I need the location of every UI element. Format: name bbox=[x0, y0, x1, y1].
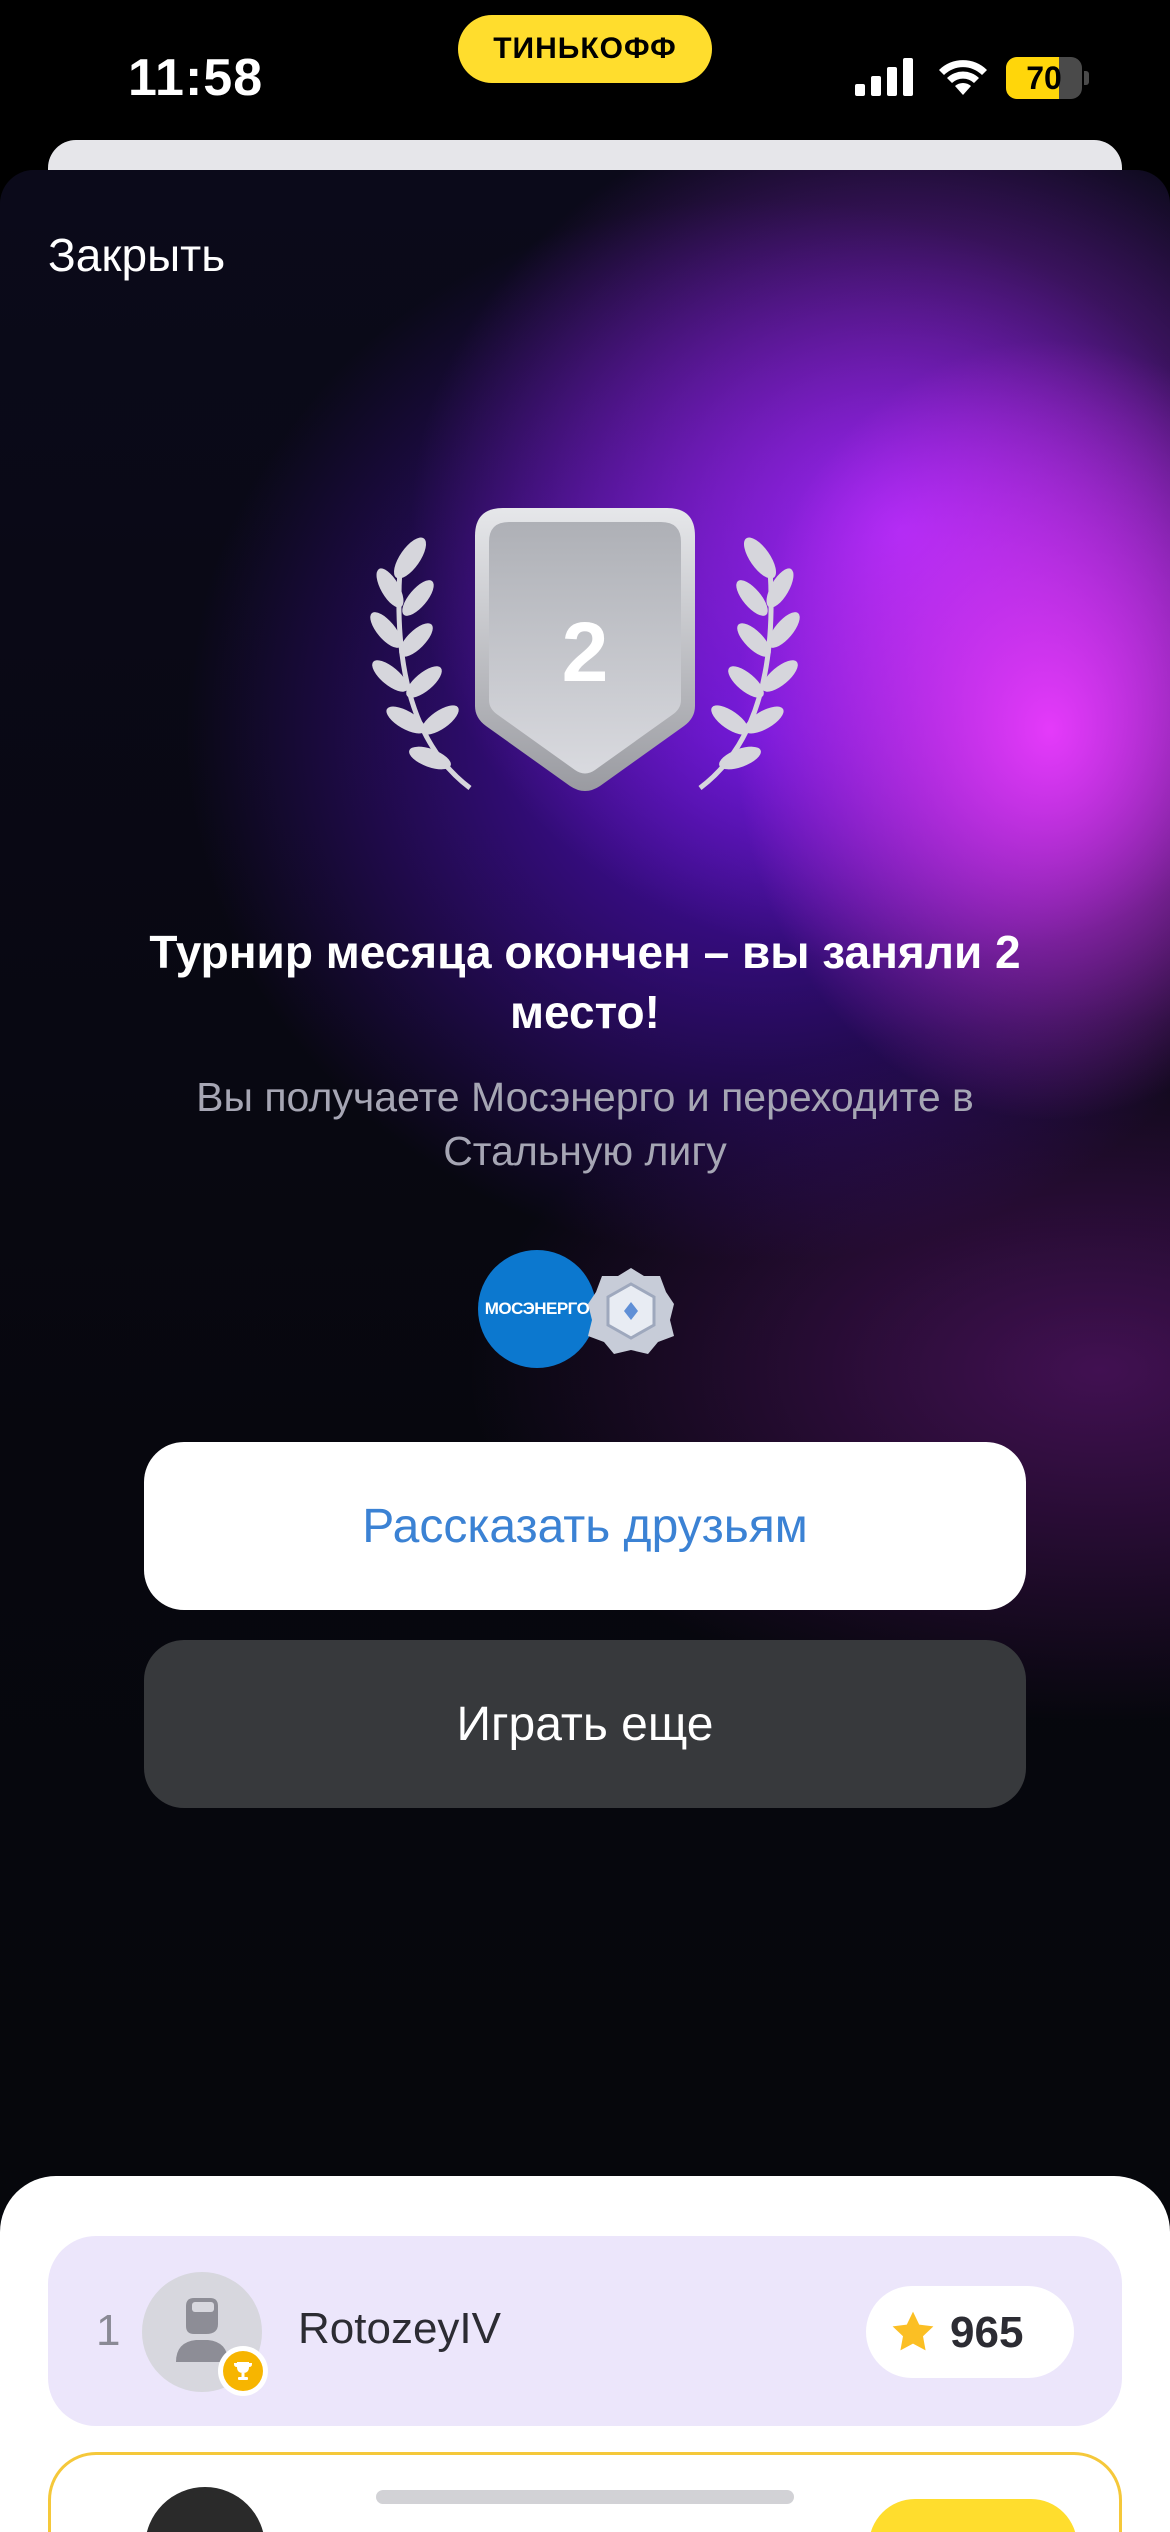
cellular-signal-icon bbox=[855, 58, 913, 96]
trophy-icon bbox=[234, 2362, 252, 2380]
score-pill bbox=[869, 2499, 1077, 2532]
mosenergo-logo-text: МОСЭНЕРГО bbox=[484, 1299, 590, 1318]
leaderboard-rank: 1 bbox=[96, 2306, 121, 2355]
carrier-badge: ТИНЬКОФФ bbox=[458, 15, 712, 83]
close-button[interactable]: Закрыть bbox=[48, 228, 225, 282]
result-subtitle: Вы получаете Мосэнерго и переходите в Ст… bbox=[196, 1074, 974, 1174]
place-award: 2 bbox=[350, 508, 820, 808]
home-indicator bbox=[376, 2490, 794, 2504]
leaderboard-row[interactable]: 1 RotozeyIV 965 bbox=[48, 2236, 1122, 2426]
leaderboard-score: 965 bbox=[950, 2308, 1024, 2357]
battery-body: 70 bbox=[1006, 57, 1082, 99]
status-bar: 11:58 ТИНЬКОФФ 70 bbox=[0, 0, 1170, 150]
battery-percentage: 70 bbox=[1026, 60, 1062, 96]
battery-cap bbox=[1084, 71, 1089, 85]
star-icon bbox=[892, 2311, 934, 2351]
mosenergo-logo: МОСЭНЕРГО bbox=[478, 1250, 596, 1368]
leaderboard-username: RotozeyIV bbox=[298, 2304, 501, 2353]
score-pill: 965 bbox=[866, 2286, 1074, 2378]
result-title: Турнир месяца окончен – вы заняли 2 мест… bbox=[149, 926, 1021, 1038]
rewards-row: МОСЭНЕРГО bbox=[478, 1250, 698, 1374]
carrier-badge-label: ТИНЬКОФФ bbox=[493, 32, 677, 65]
avatar bbox=[145, 2487, 265, 2532]
leaderboard-panel: 1 RotozeyIV 965 bbox=[0, 2176, 1170, 2532]
status-time: 11:58 bbox=[128, 49, 264, 107]
battery-icon: 70 bbox=[1006, 57, 1089, 99]
steel-league-icon bbox=[588, 1268, 674, 1354]
share-with-friends-button[interactable]: Рассказать друзьям bbox=[144, 1442, 1026, 1610]
place-number: 2 bbox=[561, 605, 609, 699]
trophy-badge bbox=[218, 2346, 268, 2396]
wifi-icon bbox=[939, 60, 987, 95]
play-again-button[interactable]: Играть еще bbox=[144, 1640, 1026, 1808]
